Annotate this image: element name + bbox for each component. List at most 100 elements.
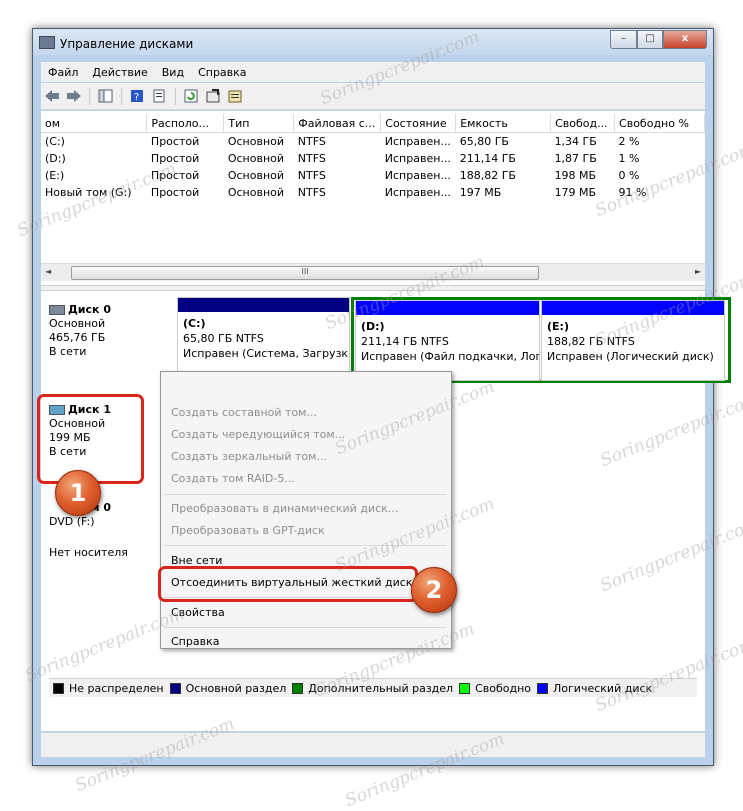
partition-c-color-bar	[178, 298, 349, 312]
legend-label: Основной раздел	[185, 681, 287, 695]
legend-label: Дополнительный раздел	[308, 681, 454, 695]
table-header-row: ом Располо... Тип Файловая с... Состояни…	[41, 114, 705, 133]
forward-arrow-icon[interactable]	[65, 88, 82, 105]
export-icon[interactable]	[227, 88, 244, 105]
table-row[interactable]: (D:) Простой Основной NTFS Исправен... 2…	[41, 150, 705, 167]
partition-c-size: 65,80 ГБ NTFS	[183, 332, 264, 345]
cell-volume: (E:)	[45, 169, 65, 182]
menu-item-convert-dynamic[interactable]: Преобразовать в динамический диск...	[171, 502, 398, 515]
hard-disk-icon	[49, 305, 65, 315]
table-row[interactable]: Новый том (G:) Простой Основной NTFS Исп…	[41, 184, 705, 201]
cell-filesystem: NTFS	[297, 135, 326, 148]
legend-label: Свободно	[475, 681, 532, 695]
column-header-status[interactable]: Состояние	[380, 114, 457, 133]
partition-e-label: (E:)	[547, 320, 569, 333]
pane-splitter[interactable]	[41, 285, 705, 291]
toolbar-separator	[175, 87, 176, 105]
help-icon[interactable]: ?	[129, 88, 146, 105]
scrollbar-thumb[interactable]: III	[71, 266, 539, 280]
horizontal-scrollbar[interactable]: ◄ III ►	[41, 263, 705, 281]
column-header-free[interactable]: Свобод...	[550, 114, 616, 133]
cell-free-percent: 91 %	[618, 186, 647, 199]
cell-volume: Новый том (G:)	[45, 186, 132, 199]
disk0-type: Основной	[49, 317, 106, 330]
menu-item-create-raid5[interactable]: Создать том RAID-5...	[171, 472, 295, 485]
disk1-highlight-frame	[37, 394, 144, 484]
console-tree-icon[interactable]	[97, 88, 114, 105]
column-header-filesystem[interactable]: Файловая с...	[293, 114, 382, 133]
legend-swatch	[537, 682, 549, 694]
menu-separator	[164, 494, 446, 495]
cell-status: Исправен...	[384, 169, 451, 182]
table-row[interactable]: (E:) Простой Основной NTFS Исправен... 1…	[41, 167, 705, 184]
column-header-free-percent[interactable]: Свободно %	[614, 114, 705, 133]
partition-e-color-bar	[542, 301, 724, 315]
cell-type: Основной	[227, 169, 285, 182]
menu-help[interactable]: Справка	[191, 66, 253, 79]
maximize-button[interactable]: □	[637, 30, 663, 49]
cell-layout: Простой	[150, 135, 200, 148]
cell-filesystem: NTFS	[297, 152, 326, 165]
column-header-layout[interactable]: Располо...	[146, 114, 225, 133]
volume-list-table: ом Располо... Тип Файловая с... Состояни…	[41, 114, 705, 201]
menu-separator	[164, 545, 446, 546]
back-arrow-icon[interactable]	[43, 88, 60, 105]
legend-item: Основной раздел	[169, 681, 287, 695]
settings-icon[interactable]	[205, 88, 222, 105]
cdrom-drive: DVD (F:)	[49, 515, 95, 528]
cell-capacity: 188,82 ГБ	[459, 169, 516, 182]
menu-item-help[interactable]: Справка	[171, 635, 219, 648]
legend-swatch	[292, 682, 304, 694]
menu-item-convert-gpt[interactable]: Преобразовать в GPT-диск	[171, 524, 325, 537]
partition-e[interactable]: (E:) 188,82 ГБ NTFS Исправен (Логический…	[541, 300, 725, 381]
menu-view[interactable]: Вид	[155, 66, 191, 79]
close-button[interactable]: x	[663, 30, 707, 49]
column-header-type[interactable]: Тип	[223, 114, 295, 133]
disk0-size: 465,76 ГБ	[49, 331, 106, 344]
cell-type: Основной	[227, 152, 285, 165]
menu-item-create-striped[interactable]: Создать чередующийся том...	[171, 428, 345, 441]
scroll-left-icon[interactable]: ◄	[45, 267, 51, 276]
menu-item-create-spanned[interactable]: Создать составной том...	[171, 406, 317, 419]
properties-icon[interactable]	[151, 88, 168, 105]
partition-d-status: Исправен (Файл подкачки, Лог	[361, 350, 539, 363]
cell-volume: (C:)	[45, 135, 65, 148]
refresh-icon[interactable]	[183, 88, 200, 105]
cell-filesystem: NTFS	[297, 186, 326, 199]
table-row[interactable]: (C:) Простой Основной NTFS Исправен... 6…	[41, 133, 705, 151]
legend-item: Свободно	[459, 682, 531, 695]
cell-volume: (D:)	[45, 152, 66, 165]
menu-file[interactable]: Файл	[41, 66, 85, 79]
minimize-button[interactable]: –	[610, 30, 637, 49]
cell-free: 179 МБ	[554, 186, 597, 199]
legend-item: Не распределен	[53, 682, 164, 695]
disk0-label[interactable]: Диск 0 Основной 465,76 ГБ В сети	[49, 303, 111, 359]
menu-action[interactable]: Действие	[85, 66, 154, 79]
column-header-volume[interactable]: ом	[41, 114, 148, 133]
partition-e-size: 188,82 ГБ NTFS	[547, 335, 635, 348]
cell-free: 198 МБ	[554, 169, 597, 182]
partition-e-status: Исправен (Логический диск)	[547, 350, 714, 363]
toolbar-separator	[89, 87, 90, 105]
menu-separator	[164, 627, 446, 628]
partition-d-size: 211,14 ГБ NTFS	[361, 335, 449, 348]
toolbar-separator	[121, 87, 122, 105]
disk0-name: Диск 0	[68, 303, 111, 316]
cell-type: Основной	[227, 135, 285, 148]
step-2-badge: 2	[411, 567, 457, 613]
window-title: Управление дисками	[60, 37, 194, 51]
legend-label: Логический диск	[553, 681, 653, 695]
step-1-badge: 1	[55, 470, 101, 516]
menu-item-create-mirrored[interactable]: Создать зеркальный том...	[171, 450, 327, 463]
column-header-capacity[interactable]: Емкость	[455, 114, 552, 133]
menu-item-properties[interactable]: Свойства	[171, 606, 225, 619]
scroll-right-icon[interactable]: ►	[695, 267, 701, 276]
partition-d[interactable]: (D:) 211,14 ГБ NTFS Исправен (Файл подка…	[355, 300, 540, 381]
cell-filesystem: NTFS	[297, 169, 326, 182]
cell-capacity: 65,80 ГБ	[459, 135, 509, 148]
title-bar[interactable]: Управление дисками – □ x	[33, 29, 713, 55]
cell-free: 1,87 ГБ	[554, 152, 597, 165]
partition-c-status: Исправен (Система, Загрузк	[183, 347, 349, 360]
cell-capacity: 197 МБ	[459, 186, 502, 199]
cell-layout: Простой	[150, 169, 200, 182]
